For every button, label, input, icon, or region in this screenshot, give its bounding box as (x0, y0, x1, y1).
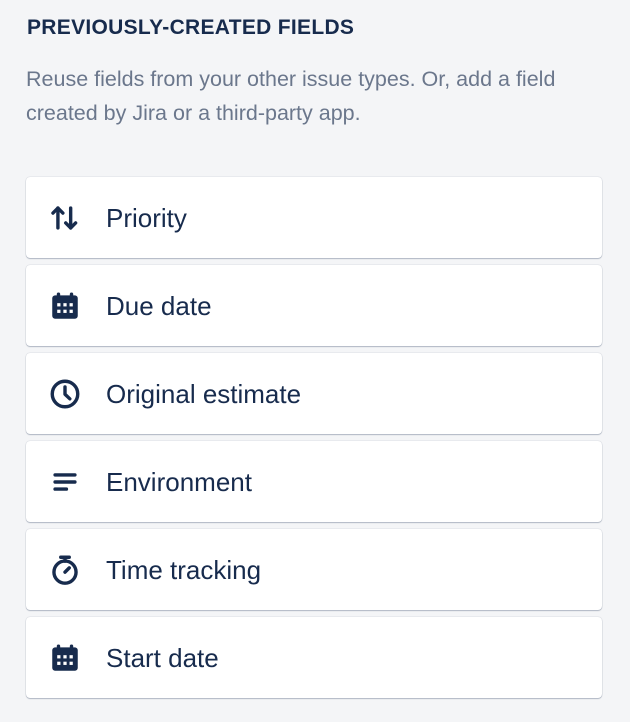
text-lines-icon (48, 465, 82, 499)
field-label-original-estimate: Original estimate (106, 378, 302, 409)
field-label-environment: Environment (106, 466, 252, 497)
field-list: Priority Due date Original estimate Envi… (26, 177, 602, 705)
field-label-time-tracking: Time tracking (106, 554, 262, 585)
stopwatch-icon (48, 553, 82, 587)
field-label-due-date: Due date (106, 290, 212, 321)
field-item-original-estimate[interactable]: Original estimate (26, 353, 602, 434)
clock-icon (48, 377, 82, 411)
field-label-start-date: Start date (106, 642, 219, 673)
field-item-start-date[interactable]: Start date (26, 617, 602, 698)
field-item-environment[interactable]: Environment (26, 441, 602, 522)
field-item-time-tracking[interactable]: Time tracking (26, 529, 602, 610)
previously-created-fields-panel: PREVIOUSLY-CREATED FIELDS Reuse fields f… (0, 0, 630, 722)
field-item-priority[interactable]: Priority (26, 177, 602, 258)
calendar-icon (48, 641, 82, 675)
calendar-icon (48, 289, 82, 323)
field-label-priority: Priority (106, 202, 187, 233)
section-heading: PREVIOUSLY-CREATED FIELDS (27, 16, 355, 39)
field-item-due-date[interactable]: Due date (26, 265, 602, 346)
priority-arrows-icon (48, 201, 82, 235)
section-description: Reuse fields from your other issue types… (26, 67, 556, 125)
